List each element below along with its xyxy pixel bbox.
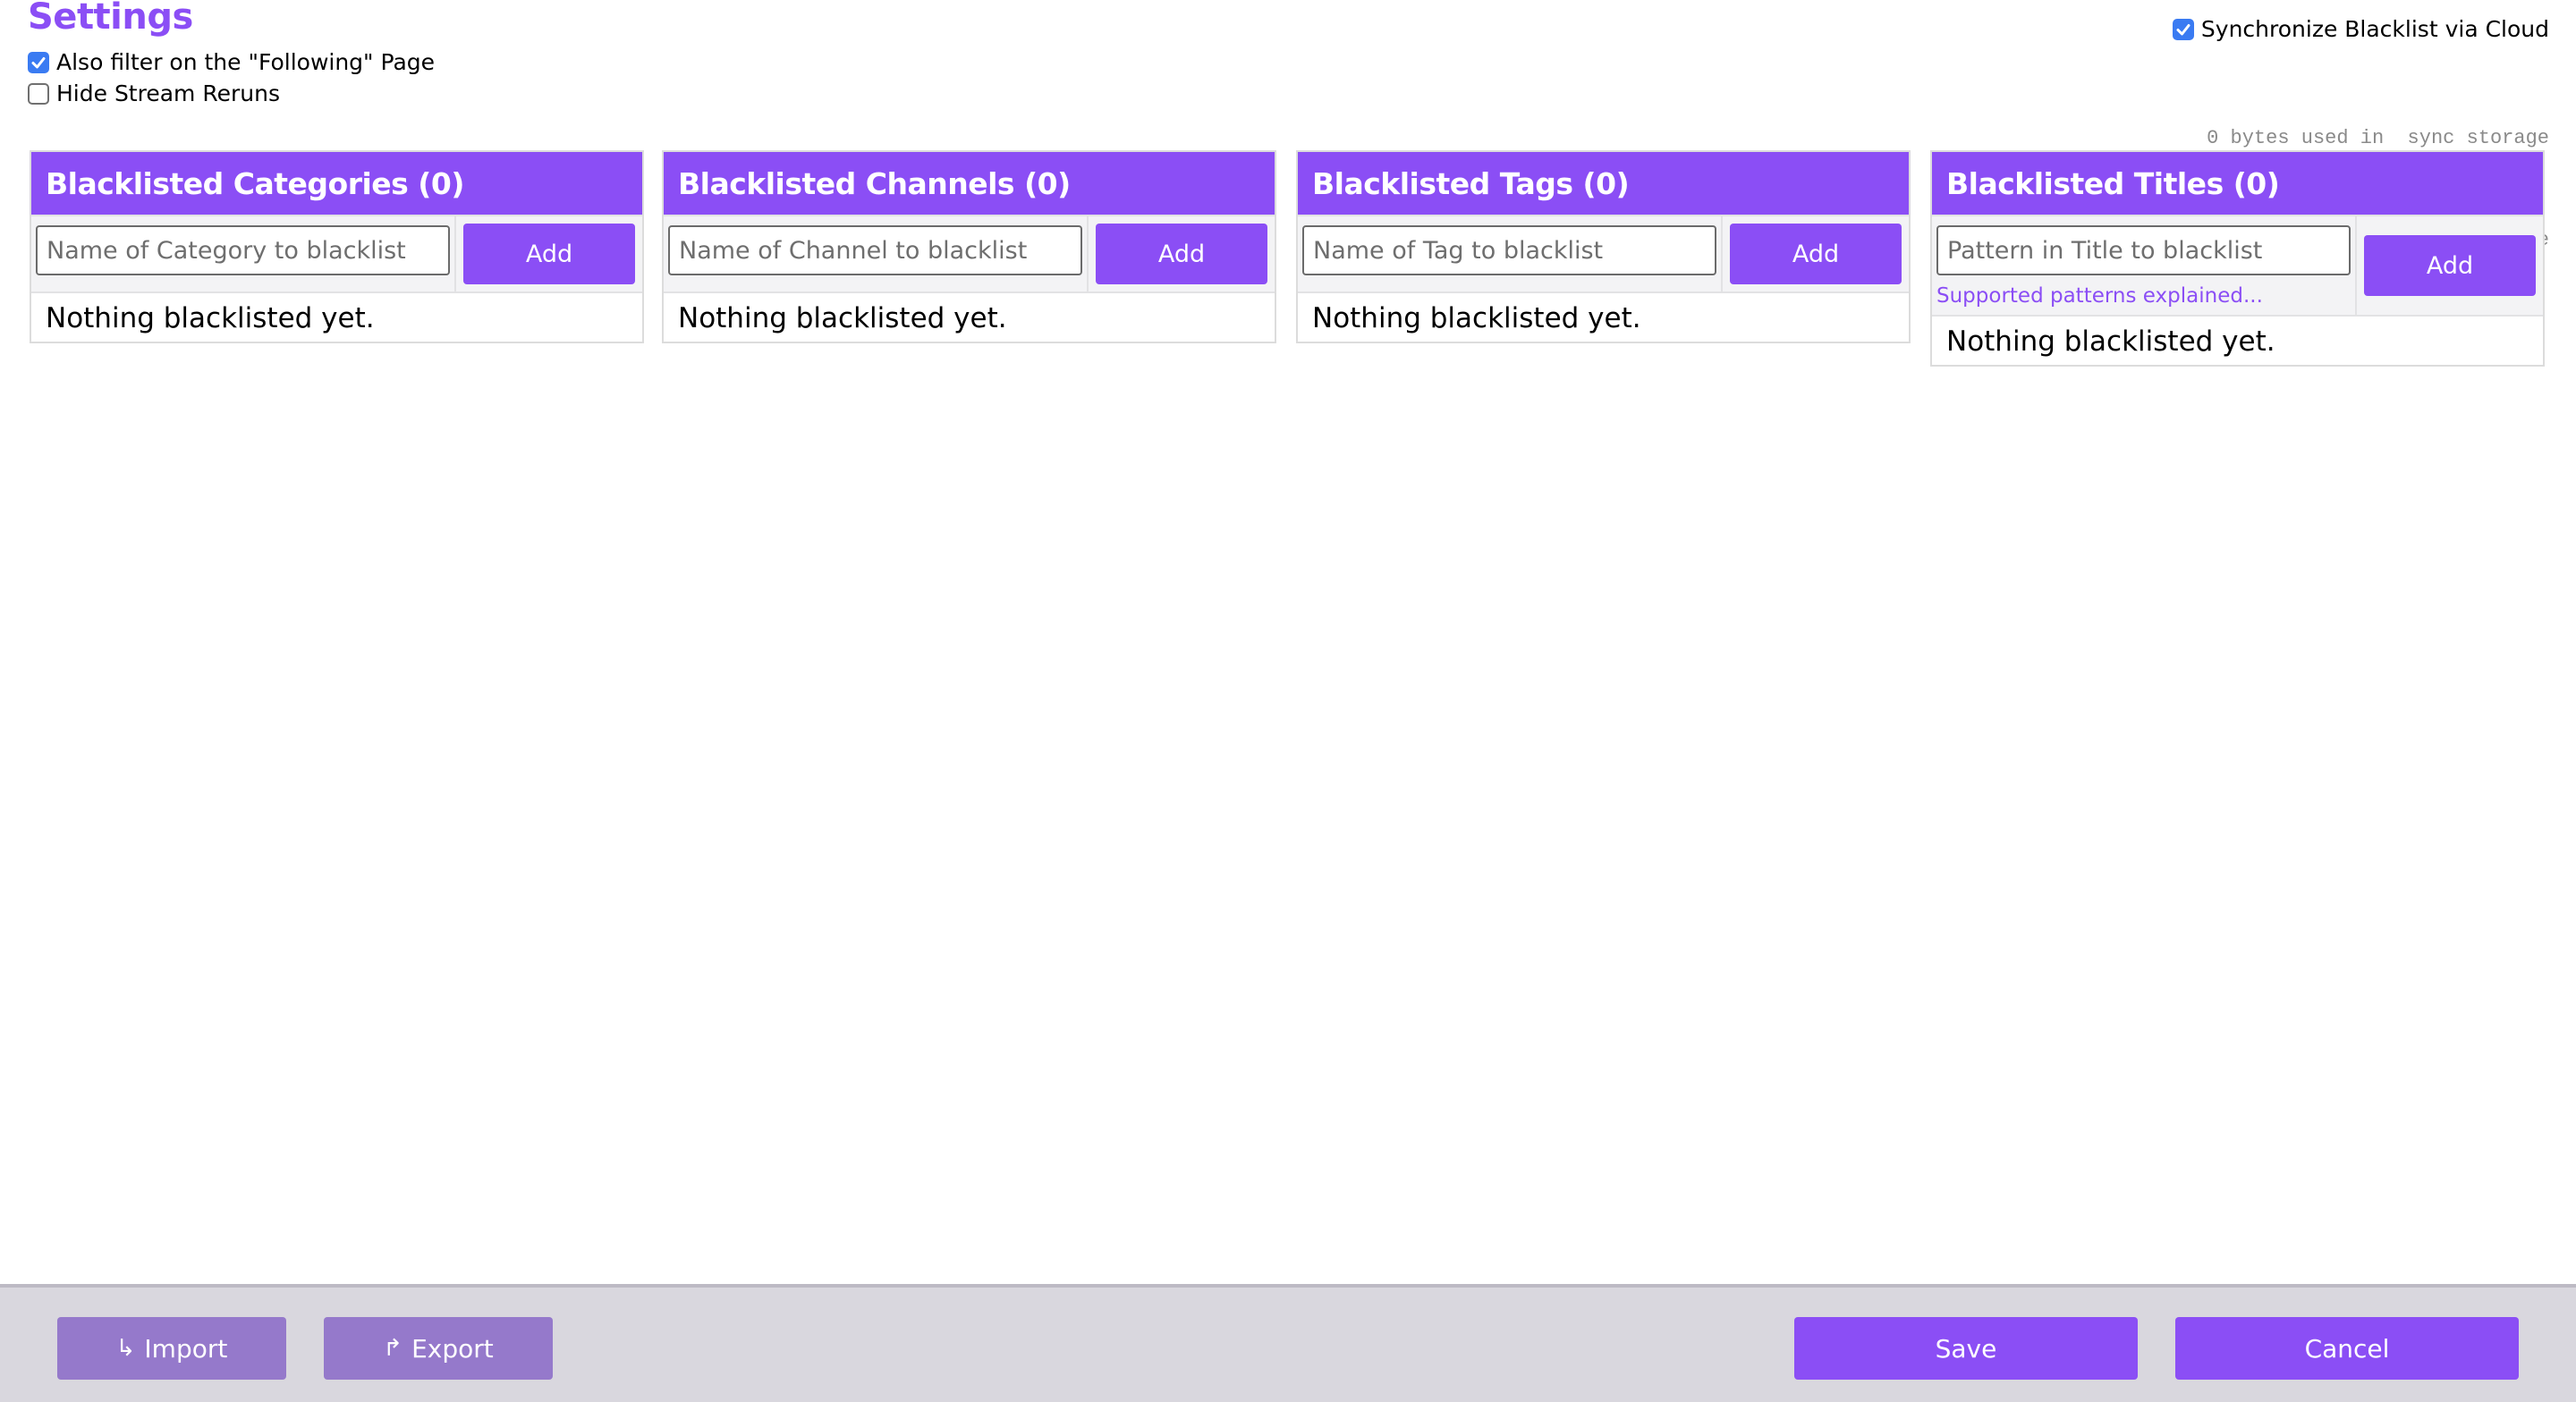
export-arrow-icon: ↱ bbox=[383, 1335, 403, 1362]
cancel-button[interactable]: Cancel bbox=[2175, 1317, 2519, 1380]
hide-reruns-option[interactable]: Hide Stream Reruns bbox=[28, 80, 280, 106]
add-row: Supported patterns explained... Add bbox=[1932, 215, 2543, 317]
import-arrow-icon: ↳ bbox=[115, 1335, 136, 1362]
also-filter-following-option[interactable]: Also filter on the "Following" Page bbox=[28, 49, 435, 75]
sync-cloud-option[interactable]: Synchronize Blacklist via Cloud bbox=[2172, 16, 2549, 42]
add-tag-button[interactable]: Add bbox=[1730, 224, 1902, 284]
tag-input[interactable] bbox=[1302, 225, 1716, 275]
channel-input[interactable] bbox=[668, 225, 1082, 275]
checkbox-unchecked-icon[interactable] bbox=[28, 82, 49, 105]
checkbox-checked-icon[interactable] bbox=[2172, 18, 2194, 40]
hide-reruns-label: Hide Stream Reruns bbox=[56, 80, 280, 106]
supported-patterns-link[interactable]: Supported patterns explained... bbox=[1936, 284, 2351, 308]
channels-panel: Blacklisted Channels (0) Add Nothing bla… bbox=[662, 150, 1276, 343]
panel-title: Blacklisted Channels (0) bbox=[664, 152, 1275, 215]
import-label: Import bbox=[144, 1333, 228, 1364]
add-channel-button[interactable]: Add bbox=[1096, 224, 1267, 284]
titles-panel: Blacklisted Titles (0) Supported pattern… bbox=[1930, 150, 2545, 367]
add-row: Add bbox=[31, 215, 642, 293]
empty-message: Nothing blacklisted yet. bbox=[678, 302, 1007, 334]
page-title: Settings bbox=[28, 0, 193, 38]
export-button[interactable]: ↱ Export bbox=[324, 1317, 553, 1380]
title-pattern-input[interactable] bbox=[1936, 225, 2351, 275]
also-filter-following-label: Also filter on the "Following" Page bbox=[56, 49, 436, 75]
categories-panel: Blacklisted Categories (0) Add Nothing b… bbox=[30, 150, 644, 343]
panel-title: Blacklisted Tags (0) bbox=[1298, 152, 1909, 215]
add-title-button[interactable]: Add bbox=[2364, 235, 2536, 296]
export-label: Export bbox=[411, 1333, 494, 1364]
save-button[interactable]: Save bbox=[1794, 1317, 2138, 1380]
import-button[interactable]: ↳ Import bbox=[57, 1317, 286, 1380]
tags-panel: Blacklisted Tags (0) Add Nothing blackli… bbox=[1296, 150, 1911, 343]
add-row: Add bbox=[664, 215, 1275, 293]
empty-message: Nothing blacklisted yet. bbox=[1946, 325, 2275, 358]
checkbox-checked-icon[interactable] bbox=[28, 51, 49, 73]
empty-message: Nothing blacklisted yet. bbox=[1312, 302, 1641, 334]
add-row: Add bbox=[1298, 215, 1909, 293]
sync-cloud-label: Synchronize Blacklist via Cloud bbox=[2200, 16, 2549, 42]
panel-title: Blacklisted Titles (0) bbox=[1932, 152, 2543, 215]
panel-title: Blacklisted Categories (0) bbox=[31, 152, 642, 215]
footer-bar: ↳ Import ↱ Export Save Cancel bbox=[0, 1284, 2576, 1402]
category-input[interactable] bbox=[36, 225, 450, 275]
empty-message: Nothing blacklisted yet. bbox=[46, 302, 375, 334]
add-category-button[interactable]: Add bbox=[463, 224, 635, 284]
